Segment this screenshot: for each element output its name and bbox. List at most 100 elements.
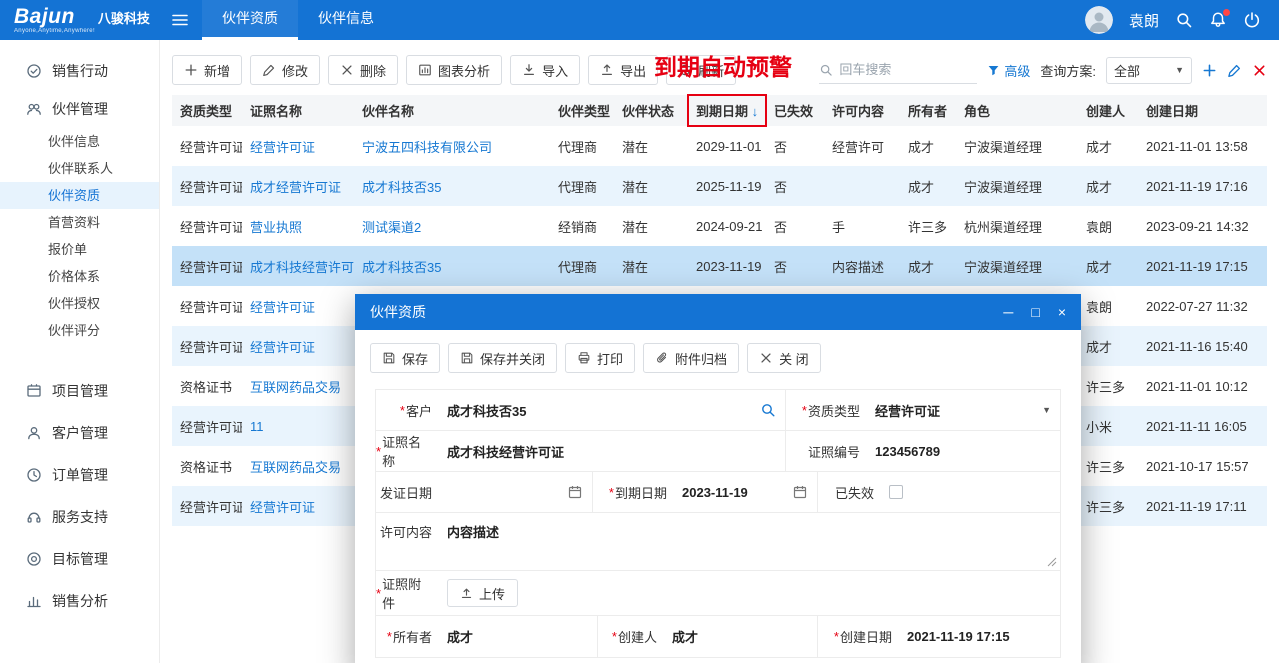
close-dialog-button[interactable]: 关 闭 bbox=[747, 343, 821, 373]
table-cell: 经营许可证 bbox=[172, 206, 242, 246]
tab-partner-qualification[interactable]: 伙伴资质 bbox=[202, 0, 298, 40]
table-cell[interactable]: 经营许可证 bbox=[242, 286, 354, 326]
resize-handle-icon[interactable] bbox=[1047, 557, 1057, 567]
expiry-date-field[interactable]: 2023-11-19 bbox=[673, 472, 818, 512]
maximize-icon[interactable]: □ bbox=[1031, 305, 1039, 319]
edit-button[interactable]: 修改 bbox=[250, 55, 320, 85]
table-cell[interactable]: 11 bbox=[242, 406, 354, 446]
table-cell[interactable]: 测试渠道2 bbox=[354, 206, 550, 246]
sidebar-subitem[interactable]: 报价单 bbox=[0, 236, 159, 263]
chart-analysis-button[interactable]: 图表分析 bbox=[406, 55, 502, 85]
table-cell[interactable]: 宁波五四科技有限公司 bbox=[354, 126, 550, 166]
top-navbar: Bajun Anyone,Anytime,Anywhere! 八骏科技 伙伴资质… bbox=[0, 0, 1279, 40]
table-cell[interactable]: 成才科技否35 bbox=[354, 246, 550, 286]
table-cell: 经营许可证 bbox=[172, 126, 242, 166]
column-header[interactable]: 伙伴名称 bbox=[354, 95, 550, 126]
column-header[interactable]: 资质类型 bbox=[172, 95, 242, 126]
close-icon[interactable]: × bbox=[1058, 305, 1066, 319]
sidebar-subitem[interactable]: 首营资料 bbox=[0, 209, 159, 236]
issue-date-label: 发证日期 bbox=[376, 472, 438, 512]
export-button[interactable]: 导出 bbox=[588, 55, 658, 85]
add-scheme-icon[interactable] bbox=[1202, 63, 1217, 78]
query-scheme-select[interactable]: 全部 ▼ bbox=[1106, 57, 1192, 84]
calendar-icon[interactable] bbox=[792, 484, 808, 500]
column-header[interactable]: 创建日期 bbox=[1138, 95, 1267, 126]
table-cell[interactable]: 互联网药品交易 bbox=[242, 446, 354, 486]
column-header[interactable]: 证照名称 bbox=[242, 95, 354, 126]
dialog-titlebar[interactable]: 伙伴资质 ─ □ × bbox=[355, 294, 1081, 330]
cert-name-field[interactable]: 成才科技经营许可证 bbox=[438, 431, 786, 471]
sidebar-subitem[interactable]: 伙伴信息 bbox=[0, 128, 159, 155]
sidebar-item-2[interactable]: 项目管理 bbox=[0, 370, 159, 412]
upload-button[interactable]: 上传 bbox=[447, 579, 518, 607]
sidebar-subitem[interactable]: 伙伴授权 bbox=[0, 290, 159, 317]
table-row[interactable]: 经营许可证经营许可证宁波五四科技有限公司代理商潜在2029-11-01否经营许可… bbox=[172, 126, 1267, 166]
content-textarea[interactable]: 内容描述 bbox=[438, 513, 1060, 570]
attachment-archive-button[interactable]: 附件归档 bbox=[643, 343, 739, 373]
search-icon[interactable] bbox=[1175, 11, 1193, 29]
minimize-icon[interactable]: ─ bbox=[1003, 305, 1013, 319]
column-header[interactable]: 许可内容 bbox=[824, 95, 900, 126]
table-cell[interactable]: 成才科技否35 bbox=[354, 166, 550, 206]
print-button[interactable]: 打印 bbox=[565, 343, 635, 373]
advanced-filter[interactable]: 高级 bbox=[987, 61, 1030, 80]
import-button[interactable]: 导入 bbox=[510, 55, 580, 85]
tab-partner-info[interactable]: 伙伴信息 bbox=[298, 0, 394, 40]
table-cell: 否 bbox=[766, 166, 824, 206]
column-header[interactable]: 角色 bbox=[956, 95, 1078, 126]
column-header[interactable]: 创建人 bbox=[1078, 95, 1138, 126]
table-cell[interactable]: 经营许可证 bbox=[242, 326, 354, 366]
calendar-icon[interactable] bbox=[567, 484, 583, 500]
user-avatar[interactable] bbox=[1085, 6, 1113, 34]
column-header[interactable]: 伙伴类型 bbox=[550, 95, 614, 126]
sidebar-item-4[interactable]: 订单管理 bbox=[0, 454, 159, 496]
table-cell[interactable]: 成才经营许可证 bbox=[242, 166, 354, 206]
sidebar-item-7[interactable]: 销售分析 bbox=[0, 580, 159, 622]
table-cell: 2023-11-19 bbox=[688, 246, 766, 286]
sidebar-subitem[interactable]: 伙伴资质 bbox=[0, 182, 159, 209]
customer-field[interactable]: 成才科技否35 bbox=[438, 390, 786, 430]
menu-toggle-icon[interactable] bbox=[158, 11, 202, 29]
cert-no-field[interactable]: 123456789 bbox=[866, 431, 1060, 471]
sidebar-subitem[interactable]: 价格体系 bbox=[0, 263, 159, 290]
table-cell: 经营许可证 bbox=[172, 406, 242, 446]
table-cell[interactable]: 成才科技经营许可证 bbox=[242, 246, 354, 286]
table-row[interactable]: 经营许可证成才科技经营许可证成才科技否35代理商潜在2023-11-19否内容描… bbox=[172, 246, 1267, 286]
top-tabs: 伙伴资质 伙伴信息 bbox=[202, 0, 394, 40]
sidebar-item-1[interactable]: 伙伴管理 bbox=[0, 90, 159, 128]
search-icon[interactable] bbox=[760, 402, 776, 418]
delete-scheme-icon[interactable] bbox=[1252, 63, 1267, 78]
table-row[interactable]: 经营许可证成才经营许可证成才科技否35代理商潜在2025-11-19否成才宁波渠… bbox=[172, 166, 1267, 206]
sort-desc-icon[interactable]: ↓ bbox=[748, 104, 758, 119]
column-header[interactable]: 伙伴状态 bbox=[614, 95, 688, 126]
table-cell[interactable]: 经营许可证 bbox=[242, 486, 354, 526]
sidebar-item-0[interactable]: 销售行动 bbox=[0, 52, 159, 90]
invalid-checkbox[interactable] bbox=[889, 485, 903, 499]
sidebar-subitem[interactable]: 伙伴评分 bbox=[0, 317, 159, 344]
add-button[interactable]: 新增 bbox=[172, 55, 242, 85]
table-cell: 2021-11-19 17:16 bbox=[1138, 166, 1267, 206]
table-cell: 许三多 bbox=[1078, 446, 1138, 486]
table-row[interactable]: 经营许可证营业执照测试渠道2经销商潜在2024-09-21否手许三多杭州渠道经理… bbox=[172, 206, 1267, 246]
table-cell[interactable]: 互联网药品交易 bbox=[242, 366, 354, 406]
sidebar-item-5[interactable]: 服务支持 bbox=[0, 496, 159, 538]
column-header[interactable]: 所有者 bbox=[900, 95, 956, 126]
column-header[interactable]: 已失效 bbox=[766, 95, 824, 126]
issue-date-field[interactable] bbox=[438, 472, 593, 512]
save-button[interactable]: 保存 bbox=[370, 343, 440, 373]
sidebar-item-6[interactable]: 目标管理 bbox=[0, 538, 159, 580]
cert-type-select[interactable]: 经营许可证 ▼ bbox=[866, 390, 1060, 430]
sidebar-item-3[interactable]: 客户管理 bbox=[0, 412, 159, 454]
power-icon[interactable] bbox=[1243, 11, 1261, 29]
table-cell: 经营许可 bbox=[824, 126, 900, 166]
delete-button[interactable]: 删除 bbox=[328, 55, 398, 85]
username[interactable]: 袁朗 bbox=[1129, 10, 1159, 31]
search-input[interactable] bbox=[839, 62, 965, 77]
edit-scheme-icon[interactable] bbox=[1227, 63, 1242, 78]
column-header[interactable]: 到期日期 ↓ bbox=[688, 95, 766, 126]
table-cell[interactable]: 营业执照 bbox=[242, 206, 354, 246]
table-cell[interactable]: 经营许可证 bbox=[242, 126, 354, 166]
bell-icon[interactable] bbox=[1209, 11, 1227, 29]
save-and-close-button[interactable]: 保存并关闭 bbox=[448, 343, 557, 373]
sidebar-subitem[interactable]: 伙伴联系人 bbox=[0, 155, 159, 182]
